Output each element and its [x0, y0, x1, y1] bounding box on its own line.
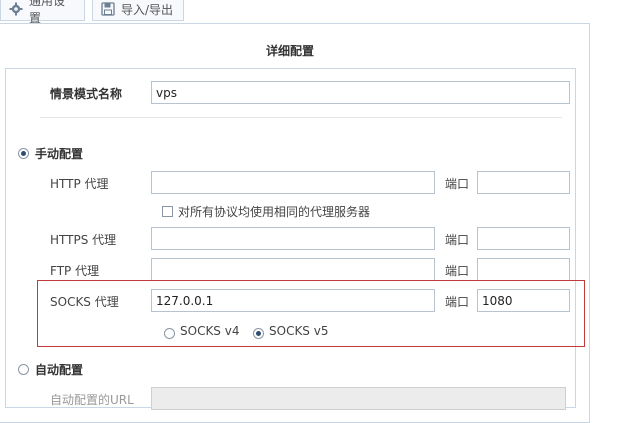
https-port-input[interactable] — [477, 227, 570, 250]
socks-port-input[interactable] — [477, 289, 570, 312]
socks-v4-label: SOCKS v4 — [180, 324, 240, 338]
socks-proxy-input[interactable] — [151, 289, 435, 312]
divider — [40, 117, 562, 118]
profile-name-label: 情景模式名称 — [50, 87, 123, 101]
socks-proxy-label: SOCKS 代理 — [50, 295, 119, 309]
auto-config-label: 自动配置 — [35, 363, 84, 377]
auto-config-url-input[interactable] — [151, 387, 566, 410]
http-port-input[interactable] — [477, 171, 570, 194]
auto-config-radio[interactable] — [18, 364, 29, 375]
tab-import-label: 导入/导出 — [121, 2, 174, 17]
socks-v4-radio[interactable] — [164, 328, 175, 339]
tab-import-export[interactable]: 导入/导出 — [92, 0, 184, 21]
section-title: 详细配置 — [265, 44, 314, 58]
ftp-port-label: 端口 — [445, 264, 470, 278]
http-proxy-input[interactable] — [151, 171, 435, 194]
socks-v5-radio[interactable] — [253, 328, 264, 339]
ftp-port-input[interactable] — [477, 258, 570, 281]
floppy-disk-icon — [101, 2, 115, 16]
same-proxy-label: 对所有协议均使用相同的代理服务器 — [178, 205, 371, 219]
https-proxy-input[interactable] — [151, 227, 435, 250]
socks-port-label: 端口 — [445, 295, 470, 309]
auto-config-url-label: 自动配置的URL — [50, 393, 134, 407]
http-proxy-label: HTTP 代理 — [50, 177, 109, 191]
manual-config-radio[interactable] — [18, 148, 29, 159]
gear-icon — [9, 2, 23, 16]
ftp-proxy-label: FTP 代理 — [50, 264, 100, 278]
same-proxy-checkbox[interactable] — [162, 206, 173, 217]
http-port-label: 端口 — [445, 177, 470, 191]
https-port-label: 端口 — [445, 233, 470, 247]
socks-v5-label: SOCKS v5 — [269, 324, 329, 338]
manual-config-label: 手动配置 — [35, 147, 84, 161]
tab-general-settings[interactable]: 通用设置 — [0, 0, 85, 25]
ftp-proxy-input[interactable] — [151, 258, 435, 281]
profile-name-input[interactable] — [151, 81, 570, 104]
https-proxy-label: HTTPS 代理 — [50, 233, 117, 247]
